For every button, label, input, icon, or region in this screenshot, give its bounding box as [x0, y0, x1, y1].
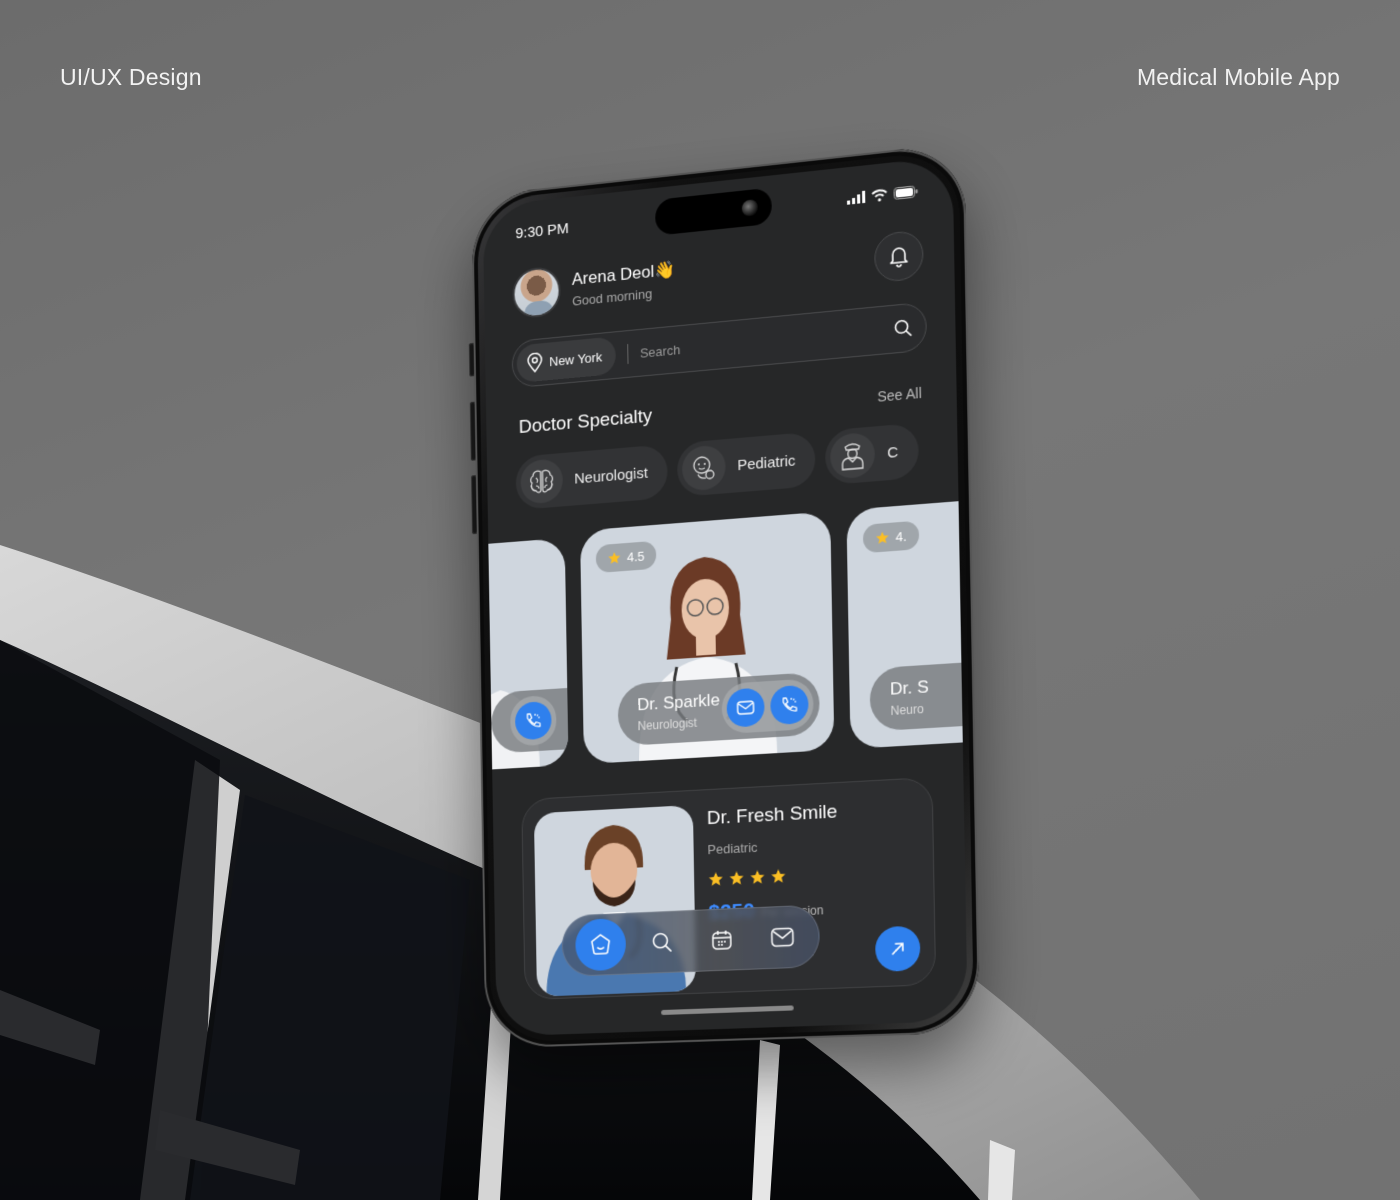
brain-icon — [528, 467, 555, 495]
mail-icon — [737, 700, 755, 715]
section-title: Doctor Specialty — [518, 405, 653, 439]
nav-home[interactable] — [574, 917, 626, 972]
caption-right: Medical Mobile App — [1136, 64, 1340, 90]
user-avatar[interactable] — [512, 265, 561, 320]
location-selector[interactable]: New York — [516, 336, 616, 384]
bell-icon — [888, 244, 909, 268]
wave-icon: 👋 — [654, 259, 676, 281]
search-icon — [894, 318, 913, 338]
status-time: 9:30 PM — [515, 219, 570, 242]
specialty-chip-neurologist[interactable]: Neurologist — [515, 444, 668, 511]
call-button[interactable] — [770, 684, 809, 726]
contact-actions — [509, 694, 557, 747]
notifications-button[interactable] — [873, 229, 924, 284]
search-divider — [627, 344, 629, 364]
contact-actions — [721, 678, 814, 735]
doctor-specialty: Neurologist — [637, 715, 698, 734]
doctor-card-left[interactable] — [482, 537, 569, 778]
specialty-chip-other[interactable]: C — [825, 422, 920, 486]
specialty-label: Neurologist — [574, 464, 648, 488]
caption-left: UI/UX Design — [60, 64, 202, 90]
doctor-name: Dr. Sparkle — [637, 690, 720, 715]
doctor-info-pill: Dr. S Neuro — [869, 650, 968, 732]
arrow-up-right-icon — [889, 940, 906, 957]
see-all-link[interactable]: See All — [877, 385, 922, 405]
doctor-card-featured[interactable]: 4.5 Dr. Sparkle Neurologist — [579, 511, 835, 765]
wifi-icon — [871, 188, 887, 202]
nav-search[interactable] — [638, 917, 686, 967]
doctor-carousel: 4.5 Dr. Sparkle Neurologist 4. Dr. S Neu… — [482, 491, 968, 778]
star-icon — [709, 872, 723, 887]
mail-icon — [770, 927, 794, 948]
specialty-label: C — [887, 443, 899, 462]
star-icon — [729, 870, 744, 885]
doctor-card-right[interactable]: 4. Dr. S Neuro — [846, 491, 968, 749]
doctor-info-pill: Dr. Sparkle Neurologist — [617, 671, 821, 747]
star-rating — [708, 865, 839, 887]
phone-frame: 9:30 PM Arena Deol👋 Good morning New Yor… — [471, 142, 981, 1049]
specialty-list: Neurologist Pediatric C — [515, 422, 920, 511]
phone-mockup: 9:30 PM Arena Deol👋 Good morning New Yor… — [468, 142, 981, 1049]
search-icon — [650, 931, 672, 954]
battery-icon — [894, 185, 918, 200]
search-button[interactable] — [884, 308, 921, 348]
featured-doctor-name: Dr. Fresh Smile — [706, 801, 838, 830]
featured-doctor-specialty: Pediatric — [707, 839, 758, 858]
calendar-icon — [712, 930, 731, 951]
doctor-name: Dr. S — [889, 677, 929, 699]
location-label: New York — [549, 348, 603, 369]
search-input[interactable] — [639, 322, 885, 361]
call-button[interactable] — [514, 700, 552, 741]
specialty-label: Pediatric — [737, 451, 796, 474]
baby-icon — [690, 453, 715, 483]
star-icon — [750, 869, 765, 884]
message-button[interactable] — [726, 687, 765, 728]
doctor-specialty: Neuro — [890, 701, 924, 719]
signal-icon — [847, 190, 866, 205]
star-icon — [771, 868, 786, 883]
doctor-icon — [839, 440, 866, 471]
bottom-navigation — [561, 904, 821, 977]
nav-calendar[interactable] — [697, 915, 745, 965]
home-icon — [588, 932, 612, 957]
specialty-chip-pediatric[interactable]: Pediatric — [676, 431, 816, 498]
open-doctor-button[interactable] — [874, 925, 921, 973]
phone-icon — [780, 695, 798, 714]
nav-messages[interactable] — [758, 912, 807, 962]
phone-icon — [525, 711, 543, 730]
home-indicator[interactable] — [661, 1005, 794, 1016]
star-icon — [876, 531, 889, 545]
map-pin-icon — [526, 352, 544, 373]
rating-badge: 4. — [862, 520, 920, 554]
app-screen: 9:30 PM Arena Deol👋 Good morning New Yor… — [482, 155, 968, 1037]
